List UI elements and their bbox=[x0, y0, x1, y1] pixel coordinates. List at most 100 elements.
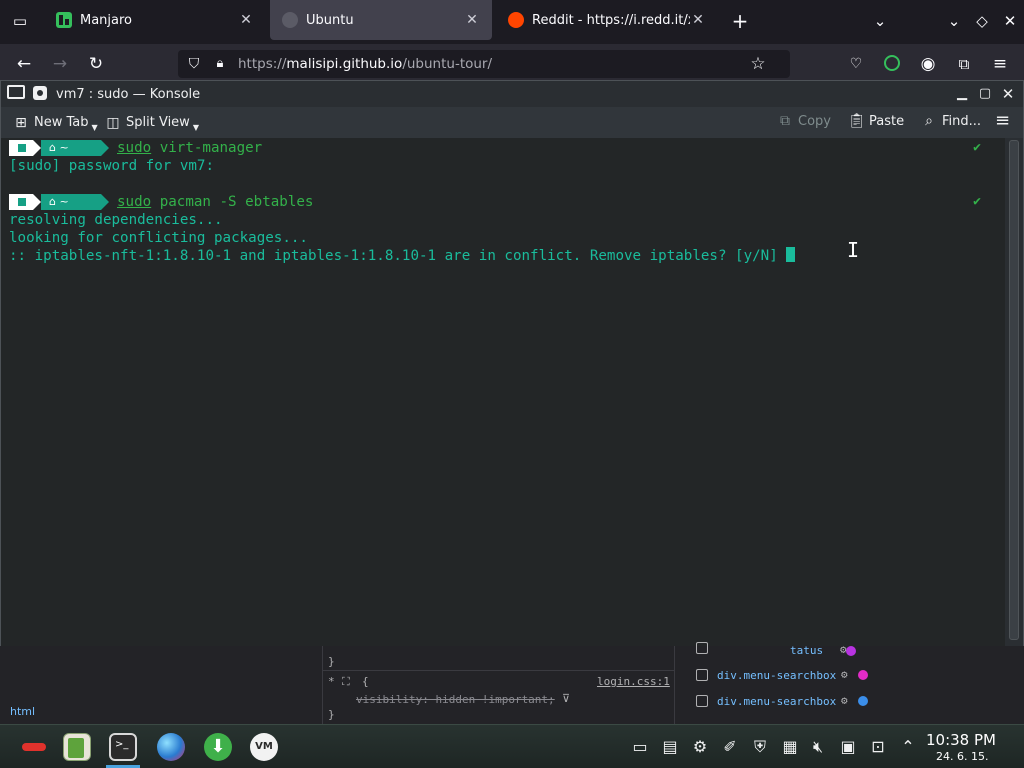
selector-text[interactable]: div.menu-searchbox bbox=[717, 695, 836, 708]
purple-dot bbox=[846, 646, 856, 656]
security-shield-icon[interactable]: ⛨ bbox=[750, 737, 770, 757]
rule-property: visibility: hidden !important; bbox=[356, 693, 555, 706]
rule-source-link[interactable]: login.css:1 bbox=[597, 675, 670, 688]
window-minimize-icon[interactable]: ⌄ bbox=[942, 9, 966, 33]
extensions-puzzle-icon[interactable]: ⧉ bbox=[952, 52, 976, 76]
konsole-titlebar[interactable]: vm7 : sudo — Konsole ▁ ▢ ✕ bbox=[1, 81, 1023, 107]
url-host: malisipi.github.io bbox=[286, 56, 403, 72]
output-line: looking for conflicting packages... bbox=[9, 230, 308, 246]
rule-brace-open: { bbox=[362, 675, 369, 688]
reload-icon[interactable]: ↻ bbox=[84, 52, 108, 76]
split-view-button[interactable]: ◫ Split View ▼ bbox=[105, 113, 199, 133]
breadcrumb[interactable]: html bbox=[10, 705, 35, 718]
terminal-scrollbar[interactable] bbox=[1005, 138, 1023, 646]
command-args: pacman -S ebtables bbox=[151, 193, 314, 210]
tab-ubuntu[interactable]: Ubuntu ✕ bbox=[270, 0, 492, 40]
text-cursor bbox=[786, 247, 796, 262]
selector-text[interactable]: div.menu-searchbox bbox=[717, 669, 836, 682]
element-picker-icon[interactable]: ⛶ bbox=[342, 675, 350, 689]
devtools-divider bbox=[674, 646, 675, 724]
conflict-prompt-text: :: iptables-nft-1:1.8.10-1 and iptables-… bbox=[9, 248, 787, 264]
lock-icon[interactable]: 🔒︎ bbox=[208, 52, 232, 76]
gear-icon[interactable]: ⚙ bbox=[841, 694, 848, 707]
bookmark-star-icon[interactable]: ☆ bbox=[746, 52, 770, 76]
tracking-shield-icon[interactable]: ⛉ bbox=[182, 52, 206, 76]
browser-globe-icon[interactable] bbox=[157, 733, 185, 761]
home-path: ~ bbox=[59, 140, 69, 154]
updates-icon[interactable]: ⚙ bbox=[690, 737, 710, 757]
ubuntu-favicon-icon bbox=[282, 12, 298, 28]
cards-game-icon[interactable] bbox=[63, 733, 91, 761]
browser-nav-bar: ← → ↻ ⛉ 🔒︎ https://malisipi.github.io/ub… bbox=[0, 44, 1024, 84]
rule-brace-close: } bbox=[328, 655, 335, 668]
window-restore-icon[interactable]: ◇ bbox=[970, 9, 994, 33]
browser-tab-bar: ▭ Manjaro ✕ Ubuntu ✕ Reddit - https://i.… bbox=[0, 0, 1024, 44]
paste-button[interactable]: 📋︎ Paste bbox=[848, 113, 904, 129]
filter-icon[interactable]: ⊽ bbox=[562, 692, 570, 705]
manjaro-logo-icon bbox=[18, 143, 26, 152]
reddit-favicon-icon bbox=[508, 12, 524, 28]
url-path: /ubuntu-tour/ bbox=[402, 56, 493, 72]
back-arrow-icon[interactable]: ← bbox=[12, 52, 36, 76]
close-tab-icon[interactable]: ✕ bbox=[238, 12, 254, 28]
hamburger-menu-icon[interactable]: ≡ bbox=[995, 110, 1010, 131]
clipboard-icon[interactable]: ▦ bbox=[780, 737, 800, 757]
maximize-icon[interactable]: ▢ bbox=[976, 85, 994, 103]
sudo-keyword: sudo bbox=[117, 193, 152, 210]
find-button[interactable]: ⌕ Find... bbox=[921, 113, 981, 129]
copy-button[interactable]: ⧉ Copy bbox=[777, 113, 831, 129]
checkbox[interactable] bbox=[696, 669, 708, 681]
show-desktop-icon[interactable]: ▭ bbox=[630, 737, 650, 757]
extension-circle-icon[interactable] bbox=[880, 52, 904, 76]
app-launcher-icon[interactable] bbox=[22, 737, 46, 757]
tab-reddit[interactable]: Reddit - https://i.redd.it/xo ✕ bbox=[496, 0, 718, 40]
success-check-icon: ✔ bbox=[973, 140, 981, 155]
network-icon[interactable]: ⊡ bbox=[868, 737, 888, 757]
tab-manjaro[interactable]: Manjaro ✕ bbox=[44, 0, 266, 40]
new-tab-button[interactable]: ⊞ New Tab ▼ bbox=[13, 113, 98, 133]
window-close-icon[interactable]: ✕ bbox=[998, 9, 1022, 33]
checkbox[interactable] bbox=[696, 695, 708, 707]
taskbar: >_ ⬇ VM ▭ ▤ ⚙ ✐ ⛨ ▦ 🔇︎ ▣ ⊡ ⌃ 10:38 PM 24… bbox=[0, 724, 1024, 768]
magenta-dot bbox=[858, 670, 868, 680]
checkbox-row bbox=[696, 642, 708, 655]
close-icon[interactable]: ✕ bbox=[999, 85, 1017, 103]
pocket-icon[interactable]: ♡ bbox=[844, 52, 868, 76]
tab-label: Ubuntu bbox=[306, 12, 354, 28]
color-dot bbox=[858, 669, 868, 682]
save-disk-icon[interactable]: ▣ bbox=[838, 737, 858, 757]
account-icon[interactable]: ◉ bbox=[916, 52, 940, 76]
muted-speaker-icon[interactable]: 🔇︎ bbox=[808, 737, 828, 757]
konsole-task-icon[interactable]: >_ bbox=[109, 733, 137, 761]
virtualbox-icon[interactable]: VM bbox=[250, 733, 278, 761]
home-segment: ⌂ ~ bbox=[41, 193, 109, 210]
clipboard-monitor-icon[interactable]: ▤ bbox=[660, 737, 680, 757]
list-all-tabs-chevron-icon[interactable]: ⌄ bbox=[868, 9, 892, 33]
close-tab-icon[interactable]: ✕ bbox=[464, 12, 480, 28]
url-bar[interactable]: ⛉ 🔒︎ https://malisipi.github.io/ubuntu-t… bbox=[178, 50, 790, 78]
color-dot bbox=[858, 695, 868, 708]
download-icon[interactable]: ⬇ bbox=[204, 733, 232, 761]
color-dot bbox=[846, 645, 856, 658]
new-tab-plus-icon[interactable]: + bbox=[728, 9, 752, 33]
checkbox[interactable] bbox=[696, 642, 708, 654]
menu-hamburger-icon[interactable]: ≡ bbox=[988, 52, 1012, 76]
split-view-label: Split View bbox=[126, 115, 190, 130]
clock-time[interactable]: 10:38 PM bbox=[926, 731, 996, 749]
gear-icon[interactable]: ⚙ bbox=[841, 668, 848, 681]
tray-expand-chevron-icon[interactable]: ⌃ bbox=[898, 737, 918, 757]
url-text[interactable]: https://malisipi.github.io/ubuntu-tour/ bbox=[238, 56, 492, 72]
firefox-view-icon[interactable]: ▭ bbox=[8, 9, 32, 33]
dropdown-arrow-icon[interactable]: ▼ bbox=[193, 123, 199, 132]
konsole-window: vm7 : sudo — Konsole ▁ ▢ ✕ ⊞ New Tab ▼ ◫… bbox=[0, 80, 1024, 646]
close-tab-icon[interactable]: ✕ bbox=[690, 12, 706, 28]
forward-arrow-icon[interactable]: → bbox=[48, 52, 72, 76]
minimize-icon[interactable]: ▁ bbox=[953, 85, 971, 103]
manjaro-favicon-icon bbox=[56, 12, 72, 28]
terminal-area[interactable]: ⌂ ~ sudo virt-manager ✔ [sudo] password … bbox=[1, 138, 1005, 646]
clock-date[interactable]: 24. 6. 15. bbox=[936, 750, 988, 763]
dropdown-arrow-icon[interactable]: ▼ bbox=[92, 123, 98, 132]
scrollbar-thumb[interactable] bbox=[1009, 140, 1019, 640]
manjaro-logo-segment bbox=[9, 139, 41, 156]
kde-connect-icon[interactable]: ✐ bbox=[720, 737, 740, 757]
